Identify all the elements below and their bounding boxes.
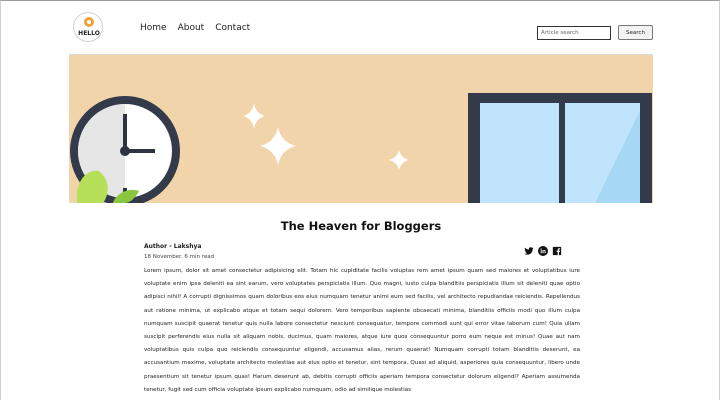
logo-text: HELLO [78, 30, 100, 37]
sparkle-icon [260, 127, 296, 165]
article-meta: 18 November. 6 min read [144, 254, 215, 260]
linkedin-icon[interactable] [538, 246, 548, 256]
nav-link-contact[interactable]: Contact [215, 23, 250, 33]
nav-link-home[interactable]: Home [140, 23, 167, 33]
main-nav: Home About Contact [140, 23, 250, 33]
sparkle-icon [389, 150, 409, 170]
sparkle-icon [243, 103, 265, 129]
site-header: HELLO Home About Contact Search [1, 1, 719, 55]
article-author: Author - Lakshya [144, 243, 202, 250]
social-share-bar [524, 246, 562, 256]
site-logo[interactable]: HELLO [73, 12, 103, 42]
sparkle-icons [243, 103, 409, 170]
nav-link-about[interactable]: About [178, 23, 205, 33]
article-body: Lorem ipsum, dolor sit amet consectetur … [144, 268, 580, 393]
article-title: The Heaven for Bloggers [280, 219, 442, 233]
hero-banner [69, 55, 653, 203]
window-icon [468, 93, 652, 203]
article-search-input[interactable] [537, 26, 611, 40]
logo-badge-icon [84, 17, 94, 27]
facebook-icon[interactable] [552, 246, 562, 256]
twitter-icon[interactable] [524, 246, 534, 256]
browser-viewport: HELLO Home About Contact Search [0, 0, 720, 400]
search-button[interactable]: Search [618, 25, 653, 40]
hero-illustration [70, 93, 652, 203]
